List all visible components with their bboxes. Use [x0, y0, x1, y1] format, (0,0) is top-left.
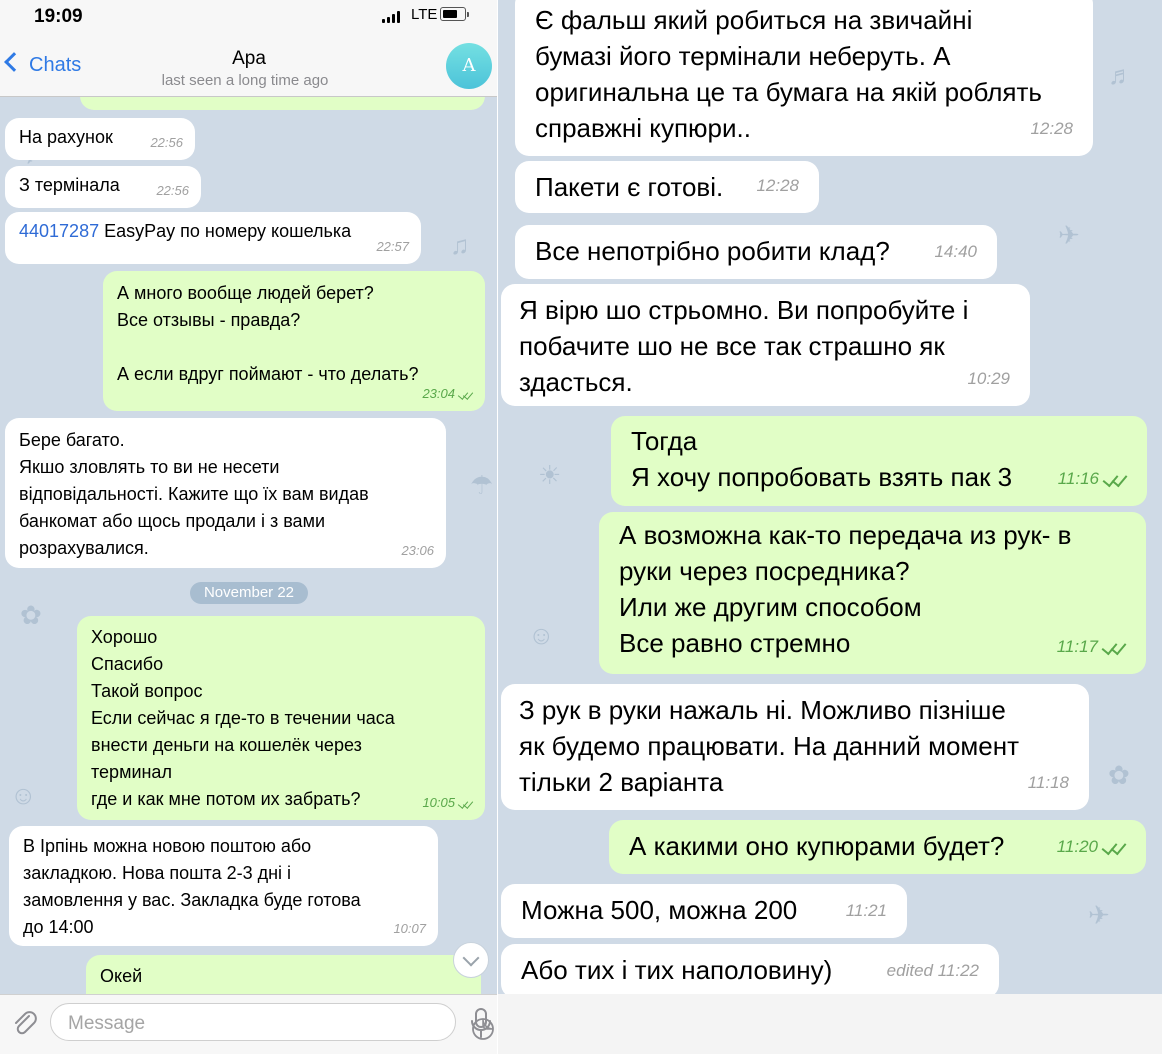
message-status: 11:20	[1057, 829, 1126, 865]
message-time: 11:16	[1057, 469, 1099, 488]
message-time: 14:40	[934, 242, 977, 261]
message-bubble-incoming[interactable]: Пакети є готові. 12:28	[515, 161, 819, 213]
message-time: 22:56	[150, 135, 183, 150]
double-check-icon	[1104, 640, 1126, 652]
message-text: З термінала	[19, 175, 120, 195]
chat-header: Chats Apa last seen a long time ago A	[0, 30, 498, 97]
message-text: Все непотрібно робити клад?	[535, 236, 890, 266]
attach-icon[interactable]	[10, 1008, 40, 1038]
message-text: Хорошо Спасибо Такой вопрос Если сейчас …	[91, 627, 395, 809]
message-bubble-incoming[interactable]: Можна 500, можна 200 11:21	[501, 884, 907, 938]
chat-last-seen: last seen a long time ago	[161, 72, 329, 89]
doodle-icon: ♬	[1108, 60, 1134, 90]
message-input[interactable]	[66, 1012, 410, 1036]
message-bubble-outgoing[interactable]: Хорошо Спасибо Такой вопрос Если сейчас …	[77, 616, 485, 820]
message-text: EasyPay по номеру кошелька	[99, 221, 352, 241]
message-text: Бере багато. Якшо зловлять то ви не несе…	[19, 430, 369, 558]
message-bubble-incoming[interactable]: Все непотрібно робити клад? 14:40	[515, 225, 997, 279]
message-field	[50, 1003, 494, 1041]
message-time: 22:56	[156, 183, 189, 198]
message-time: 23:06	[401, 543, 434, 558]
message-text: А какими оно купюрами будет?	[629, 831, 1005, 861]
chat-title: Apa	[232, 48, 266, 69]
message-time: 10:29	[967, 369, 1010, 388]
doodle-icon: ✿	[1108, 760, 1130, 790]
message-bubble-incoming[interactable]: На рахунок 22:56	[5, 118, 195, 160]
message-bubble-outgoing[interactable]: Тогда Я хочу попробовать взять пак 3 11:…	[611, 416, 1147, 506]
message-status: 23:04	[422, 380, 473, 407]
message-status: 10:05	[422, 789, 473, 816]
message-text: Є фальш який робиться на звичайні бумазі…	[535, 5, 1042, 143]
message-text: З рук в руки нажаль ні. Можливо пізніше …	[519, 695, 1020, 797]
message-time: 10:05	[422, 795, 455, 810]
scroll-down-button[interactable]	[453, 942, 489, 978]
doodle-icon: ✈	[1088, 900, 1110, 930]
message-text: Окей	[100, 966, 143, 986]
message-bubble-incoming[interactable]: З термінала 22:56	[5, 166, 201, 208]
signal-icon	[382, 11, 406, 23]
avatar[interactable]: A	[446, 43, 492, 89]
message-text: На рахунок	[19, 127, 113, 147]
message-bubble-incoming[interactable]: Бере багато. Якшо зловлять то ви не несе…	[5, 418, 446, 568]
status-bar: 19:09 LTE	[0, 0, 498, 30]
doodle-icon: ✿	[20, 600, 42, 630]
message-bubble-outgoing[interactable]: А возможна как-то передача из рук- в рук…	[599, 512, 1146, 674]
doodle-icon: ☂	[470, 470, 494, 500]
message-bubble-outgoing[interactable]: А какими оно купюрами будет? 11:20	[609, 820, 1146, 874]
message-bubble-incoming[interactable]: З рук в руки нажаль ні. Можливо пізніше …	[501, 684, 1089, 810]
message-time: 11:17	[1056, 637, 1098, 656]
message-text: В Ірпінь можна новою поштою або закладко…	[23, 836, 361, 937]
message-text: Або тих і тих наполовину)	[521, 955, 833, 985]
message-time: 23:04	[422, 386, 455, 401]
doodle-icon: ✈	[1058, 220, 1080, 250]
message-text: Можна 500, можна 200	[521, 895, 798, 925]
message-status: 11:16	[1058, 461, 1127, 497]
message-bubble-outgoing[interactable]: А много вообще людей берет? Все отзывы -…	[103, 271, 485, 411]
message-time: 12:28	[756, 176, 799, 195]
message-text: Пакети є готові.	[535, 172, 724, 202]
doodle-icon: ☺	[10, 780, 37, 810]
message-bubble-incoming[interactable]: 44017287 EasyPay по номеру кошелька 22:5…	[5, 212, 421, 264]
double-check-icon	[1105, 472, 1127, 484]
message-text: А много вообще людей берет? Все отзывы -…	[117, 283, 419, 384]
message-bubble-incoming[interactable]: Я вірю шо стрьомно. Ви попробуйте і поба…	[501, 284, 1030, 406]
doodle-icon: ♫	[450, 230, 470, 260]
message-status: 11:17	[1057, 629, 1126, 665]
message-time: 12:28	[1030, 119, 1073, 138]
message-time: 22:57	[376, 239, 409, 254]
message-text: Я вірю шо стрьомно. Ви попробуйте і поба…	[519, 295, 969, 397]
double-check-icon	[459, 799, 473, 807]
message-time: 10:07	[393, 921, 426, 936]
bottom-blank-area	[498, 994, 1162, 1054]
message-input-bar	[0, 994, 498, 1054]
battery-icon	[440, 7, 469, 21]
message-bubble-incoming[interactable]: Є фальш який робиться на звичайні бумазі…	[515, 0, 1093, 156]
message-time: edited 11:22	[886, 961, 979, 980]
message-bubble-incoming[interactable]: Або тих і тих наполовину) edited 11:22	[501, 944, 999, 998]
chat-left-panel: ✈ ♫ ☂ ✿ ☺ На рахунок 22:56 З термінала 2…	[0, 0, 498, 1054]
double-check-icon	[459, 390, 473, 398]
message-text: А возможна как-то передача из рук- в рук…	[619, 520, 1072, 658]
chat-right-panel: ✈ ♬ ✈ ☀ ☺ ✿ ✈ Є фальш який робиться на з…	[498, 0, 1162, 1054]
message-text: Тогда Я хочу попробовать взять пак 3	[631, 426, 1013, 492]
message-time: 11:18	[1027, 773, 1069, 792]
status-time: 19:09	[34, 6, 83, 27]
double-check-icon	[1104, 840, 1126, 852]
message-time: 11:21	[845, 901, 887, 920]
doodle-icon: ☺	[528, 620, 555, 650]
message-bubble-incoming[interactable]: В Ірпінь можна новою поштою або закладко…	[9, 826, 438, 946]
network-type: LTE	[411, 6, 438, 23]
date-separator: November 22	[190, 582, 308, 604]
message-time: 11:20	[1056, 837, 1098, 856]
doodle-icon: ☀	[538, 460, 562, 490]
microphone-icon[interactable]	[468, 1007, 494, 1039]
wallet-number-link[interactable]: 44017287	[19, 221, 99, 241]
